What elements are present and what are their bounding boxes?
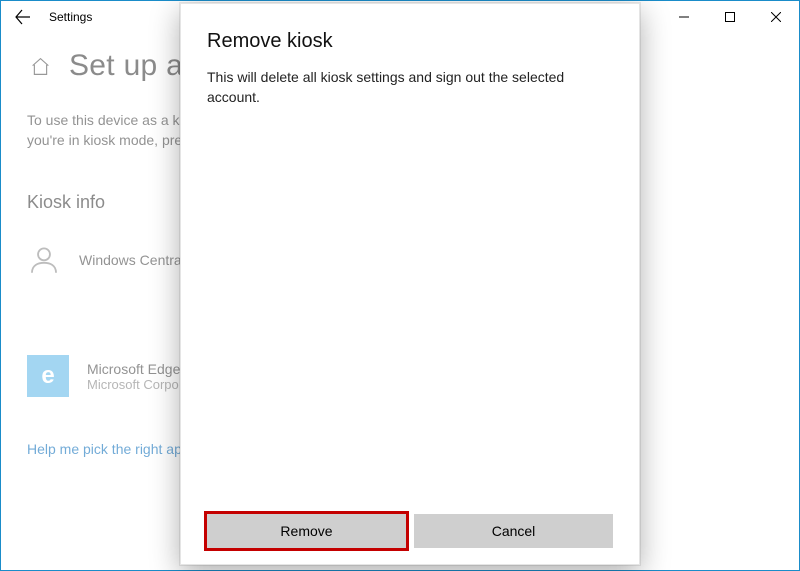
dialog-body: This will delete all kiosk settings and … (207, 67, 607, 108)
back-button[interactable] (1, 1, 45, 33)
home-icon[interactable] (27, 53, 53, 79)
cancel-button[interactable]: Cancel (414, 514, 613, 548)
help-link[interactable]: Help me pick the right ap (27, 441, 182, 457)
remove-button[interactable]: Remove (207, 514, 406, 548)
user-icon (27, 243, 61, 277)
edge-icon: e (27, 355, 69, 397)
arrow-left-icon (15, 9, 31, 25)
kiosk-account-label: Windows Central (79, 252, 185, 268)
minimize-button[interactable] (661, 1, 707, 33)
remove-kiosk-dialog: Remove kiosk This will delete all kiosk … (180, 3, 640, 565)
close-button[interactable] (753, 1, 799, 33)
window-title: Settings (45, 10, 92, 24)
dialog-buttons: Remove Cancel (207, 514, 613, 548)
kiosk-app-label: Microsoft Edge Microsoft Corpo (87, 361, 180, 392)
dialog-title: Remove kiosk (207, 30, 613, 53)
close-icon (771, 12, 781, 22)
minimize-icon (679, 12, 689, 22)
maximize-icon (725, 12, 735, 22)
maximize-button[interactable] (707, 1, 753, 33)
window-controls (661, 1, 799, 33)
